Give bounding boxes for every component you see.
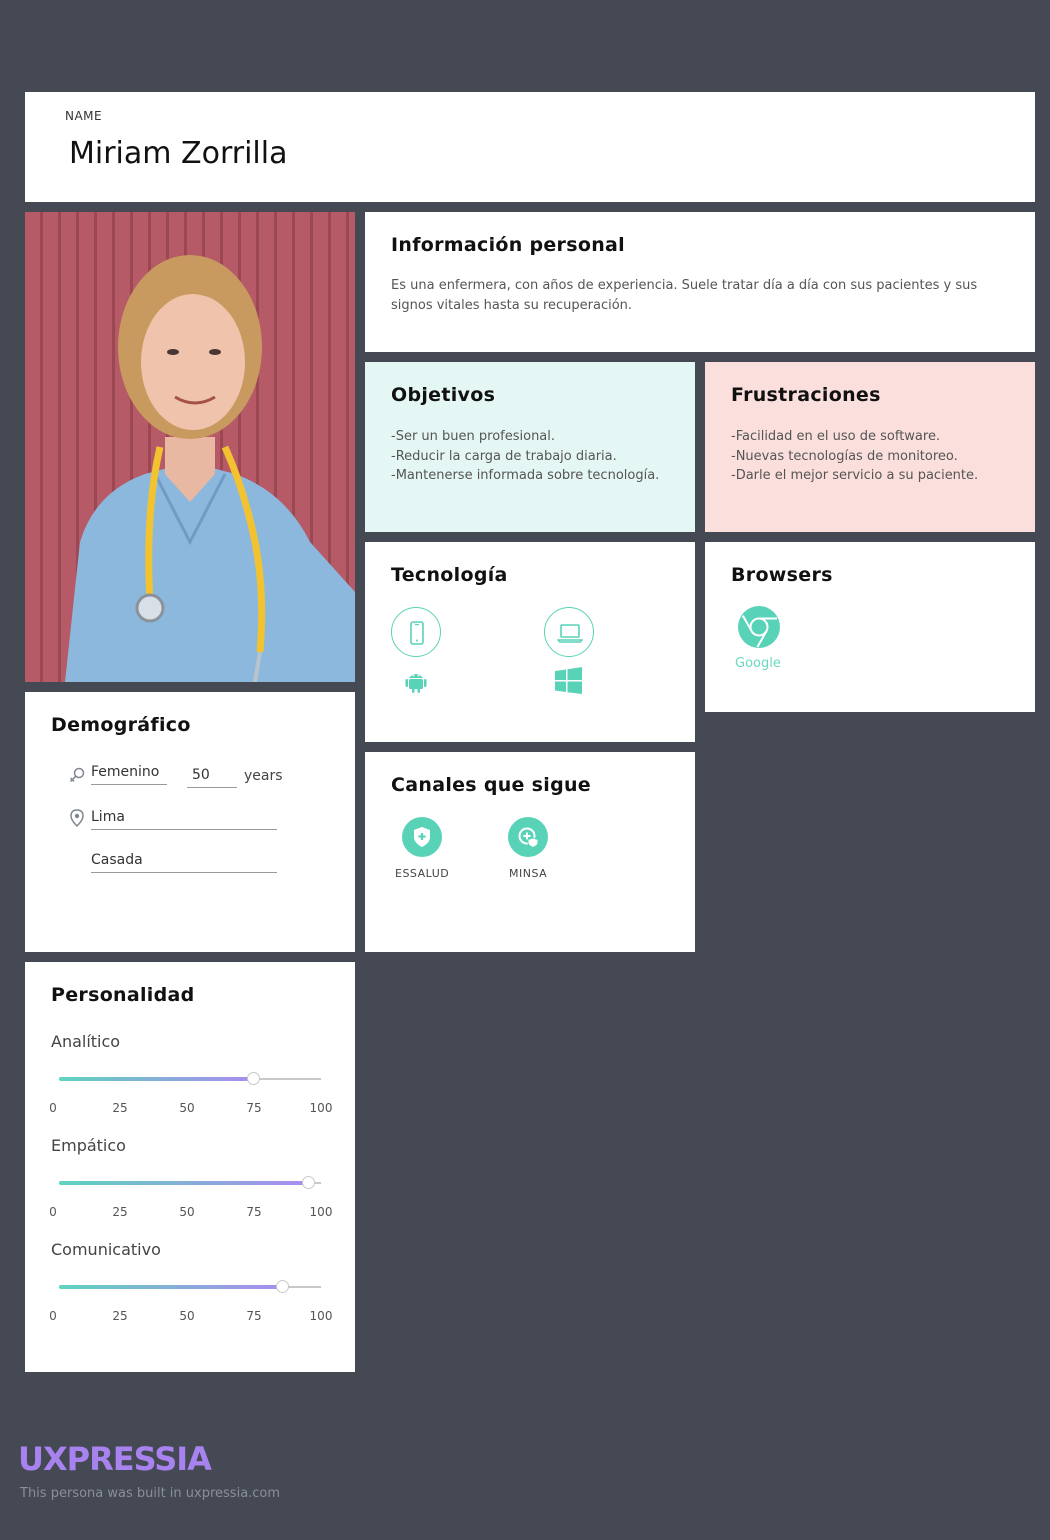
slider-thumb[interactable] [246,1072,260,1085]
slider-fill [59,1181,308,1185]
android-icon[interactable] [403,668,429,698]
personality-title: Personalidad [51,984,195,1006]
trait-label: Empático [51,1136,126,1155]
slider-tick-label: 25 [112,1205,128,1219]
slider-tick-label: 0 [49,1309,57,1323]
slider-tick-label: 75 [246,1101,262,1115]
name-card: NAME Miriam Zorrilla [25,92,1035,202]
age-field[interactable]: 50 [187,767,237,788]
channels-card: Canales que sigue ESSALUD MINSA [365,752,695,952]
trait-slider[interactable] [59,1072,321,1085]
demographics-card: Demográfico Femenino 50 years Lima Casad… [25,692,355,952]
windows-icon[interactable] [555,667,582,698]
channel-label: MINSA [509,867,548,880]
slider-tick-label: 100 [309,1309,333,1323]
city-field[interactable]: Lima [91,809,277,830]
goal-item: -Reducir la carga de trabajo diaria. [391,448,617,464]
goals-card: Objetivos -Ser un buen profesional. -Red… [365,362,695,532]
frustrations-title: Frustraciones [731,384,881,406]
slider-tick-label: 25 [112,1101,128,1115]
slider-thumb[interactable] [275,1280,289,1293]
frustrations-list[interactable]: -Facilidad en el uso de software. -Nueva… [731,427,978,486]
frustration-item: -Facilidad en el uso de software. [731,429,941,444]
slider-tick-label: 50 [179,1101,195,1115]
personal-info-card: Información personal Es una enfermera, c… [365,212,1035,352]
personality-card: Personalidad Analítico 0 25 50 75 100 Empático… [25,962,355,1372]
civil-status-field[interactable]: Casada [91,852,277,873]
slider-tick-label: 0 [49,1205,57,1219]
trait-label: Analítico [51,1032,121,1051]
goal-item: -Mantenerse informada sobre tecnología. [391,468,660,483]
slider-tick-label: 75 [246,1205,262,1219]
frustration-item: -Darle el mejor servicio a su paciente. [731,468,979,483]
slider-tick-label: 0 [49,1101,57,1115]
slider-tick-label: 50 [179,1309,195,1323]
gender-icon [69,766,86,787]
frustration-item: -Nuevas tecnologías de monitoreo. [731,448,958,464]
browser-label: Google [735,656,781,671]
chrome-icon[interactable] [738,606,780,652]
footer-note: This persona was built in uxpressia.com [20,1486,281,1501]
personal-info-text[interactable]: Es una enfermera, con años de experienci… [391,276,991,316]
slider-fill [59,1285,282,1289]
name-label: NAME [65,109,103,123]
smartphone-icon[interactable] [391,607,441,657]
channel-label: ESSALUD [395,867,450,880]
slider-tick-label: 100 [309,1205,333,1219]
shield-plus-icon[interactable] [402,817,442,857]
trait-label: Comunicativo [51,1240,161,1259]
gender-field[interactable]: Femenino [91,764,167,785]
technology-card: Tecnología [365,542,695,742]
location-pin-icon [70,809,84,831]
frustrations-card: Frustraciones -Facilidad en el uso de so… [705,362,1035,532]
uxpressia-logo[interactable]: UXPRESSIA [18,1440,212,1478]
laptop-icon[interactable] [544,607,594,657]
age-unit: years [244,768,283,784]
browsers-card: Browsers Google [705,542,1035,712]
slider-tick-label: 25 [112,1309,128,1323]
channels-title: Canales que sigue [391,774,591,796]
browsers-title: Browsers [731,564,833,586]
trait-slider[interactable] [59,1280,321,1293]
goals-list[interactable]: -Ser un buen profesional. -Reducir la ca… [391,427,659,486]
slider-tick-label: 100 [309,1101,333,1115]
goal-item: -Ser un buen profesional. [391,429,556,444]
demographics-title: Demográfico [51,714,191,736]
persona-name[interactable]: Miriam Zorrilla [69,136,287,171]
personal-info-title: Información personal [391,234,625,256]
persona-portrait-image [25,212,355,682]
technology-title: Tecnología [391,564,508,586]
slider-tick-label: 75 [246,1309,262,1323]
medical-shield-icon[interactable] [508,817,548,857]
trait-slider[interactable] [59,1176,321,1189]
slider-tick-label: 50 [179,1205,195,1219]
slider-fill [59,1077,253,1081]
goals-title: Objetivos [391,384,496,406]
slider-thumb[interactable] [301,1176,315,1189]
persona-photo[interactable] [25,212,355,682]
